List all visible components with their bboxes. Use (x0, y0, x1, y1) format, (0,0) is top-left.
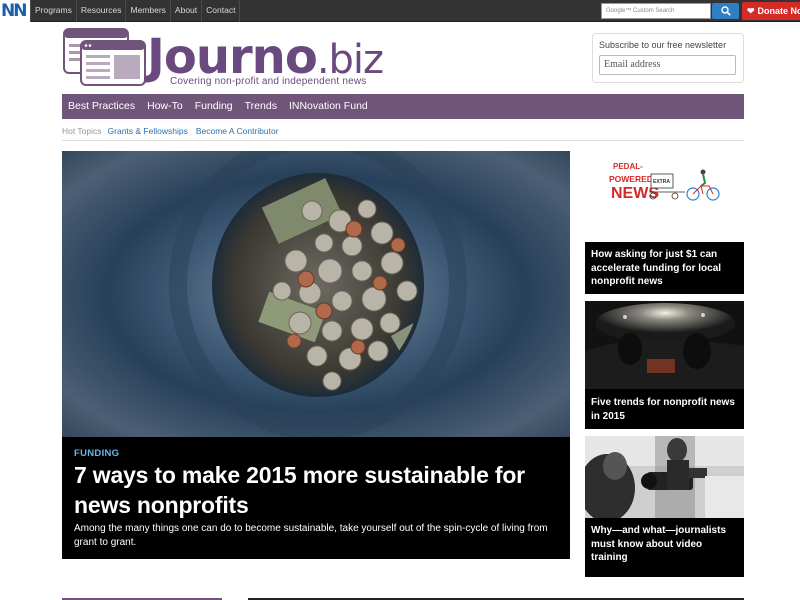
featured-story-caption: FUNDING 7 ways to make 2015 more sustain… (62, 437, 570, 559)
nav-innovation-fund[interactable]: INNovation Fund (283, 94, 374, 119)
hot-topics-label: Hot Topics (62, 126, 102, 136)
nav-best-practices[interactable]: Best Practices (62, 94, 141, 119)
nav-funding[interactable]: Funding (189, 94, 239, 119)
search-icon (721, 6, 731, 16)
sidebar-story-3[interactable]: Why—and what—journalists must know about… (585, 436, 744, 577)
site-tagline: Covering non-profit and independent news (170, 76, 367, 87)
featured-story[interactable]: FUNDING 7 ways to make 2015 more sustain… (62, 151, 570, 559)
top-nav-about[interactable]: About (171, 0, 203, 22)
ad-line-1: PEDAL- (613, 162, 643, 171)
nav-trends[interactable]: Trends (239, 94, 283, 119)
ad-line-2: POWERED (609, 174, 653, 184)
hot-topic-grants[interactable]: Grants & Fellowships (108, 125, 188, 140)
sidebar-story-3-title[interactable]: Why—and what—journalists must know about… (591, 524, 739, 565)
featured-headline[interactable]: 7 ways to make 2015 more sustainable for… (74, 460, 559, 520)
sidebar-story-1-title[interactable]: How asking for just $1 can accelerate fu… (591, 248, 739, 289)
ad-badge: EXTRA (653, 179, 670, 185)
coin-jar-photo (62, 151, 570, 437)
sidebar-story-2[interactable]: Five trends for nonprofit news in 2015 (585, 301, 744, 429)
top-nav-resources[interactable]: Resources (77, 0, 127, 22)
search-button[interactable] (712, 3, 739, 19)
main-nav: Best Practices How-To Funding Trends INN… (62, 94, 744, 119)
hot-topics-bar: Hot Topics Grants & Fellowships Become A… (62, 125, 744, 141)
sidebar-story-1[interactable]: How asking for just $1 can accelerate fu… (585, 242, 744, 294)
top-nav-contact[interactable]: Contact (202, 0, 241, 22)
sidebar-story-2-title[interactable]: Five trends for nonprofit news in 2015 (591, 396, 739, 423)
video-camera-photo (585, 436, 744, 518)
pedal-powered-news-ad[interactable]: PEDAL- POWERED NEWS EXTRA (605, 158, 725, 202)
hot-topic-contributor[interactable]: Become A Contributor (196, 125, 279, 140)
search-input[interactable]: Google™ Custom Search (601, 3, 711, 19)
featured-dek: Among the many things one can do to beco… (74, 523, 548, 548)
top-bar: NN Programs Resources Members About Cont… (0, 0, 800, 22)
inn-logo[interactable]: NN (0, 0, 30, 22)
newsletter-signup: Subscribe to our free newsletter Email a… (592, 33, 744, 83)
top-nav-programs[interactable]: Programs (30, 0, 77, 22)
heart-icon: ❤ (747, 6, 755, 16)
category-label[interactable]: FUNDING (74, 448, 119, 459)
email-field[interactable]: Email address (599, 55, 736, 75)
donate-button[interactable]: ❤Donate Now (742, 2, 800, 20)
top-nav: Programs Resources Members About Contact (30, 0, 241, 22)
top-nav-members[interactable]: Members (126, 0, 171, 22)
donate-label: Donate Now (757, 6, 800, 16)
car-night-photo (585, 301, 744, 389)
newsletter-label: Subscribe to our free newsletter (599, 40, 727, 50)
journo-logo-icon[interactable] (63, 28, 146, 87)
nav-how-to[interactable]: How-To (141, 94, 189, 119)
